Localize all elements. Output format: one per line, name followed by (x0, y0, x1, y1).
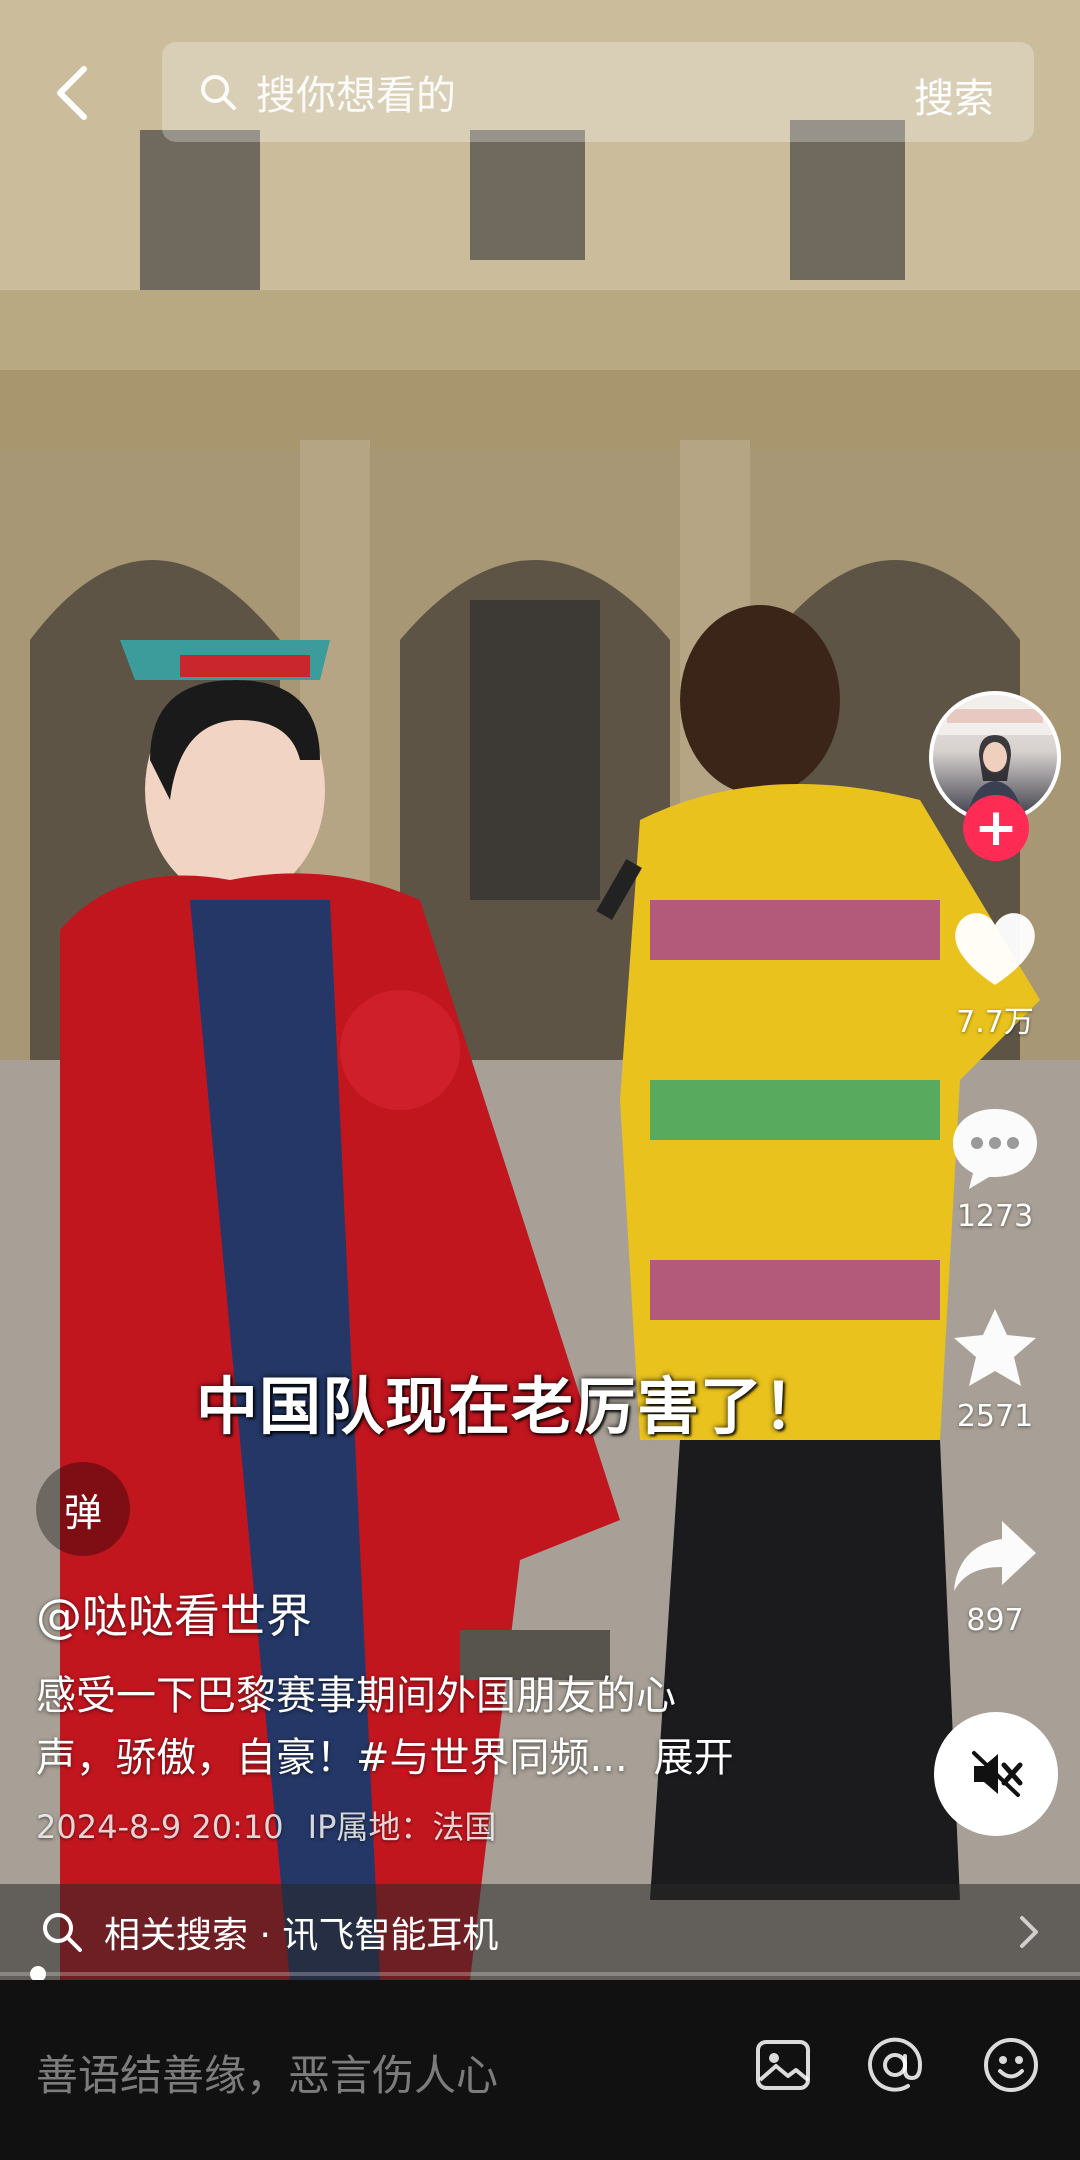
like-button[interactable]: 7.7万 (930, 905, 1060, 1041)
related-search-bar[interactable]: 相关搜索 · 讯飞智能耳机 (0, 1884, 1080, 1980)
share-button[interactable]: 897 (930, 1515, 1060, 1638)
share-arrow-icon (954, 1521, 1036, 1591)
emoji-icon[interactable] (980, 2034, 1042, 2096)
at-icon[interactable] (864, 2034, 926, 2096)
description-line-2: 声，骄傲，自豪！#与世界同频... (36, 1735, 628, 1781)
search-icon (201, 75, 236, 110)
comment-button[interactable]: 1273 (930, 1105, 1060, 1234)
post-meta: 2024-8-9 20:10 IP属地：法国 (36, 1802, 496, 1848)
image-icon[interactable] (752, 2034, 814, 2096)
share-count: 897 (966, 1603, 1024, 1638)
favorite-count: 2571 (956, 1399, 1034, 1434)
heart-icon (955, 913, 1035, 985)
danmu-toggle-button[interactable]: 弹 (36, 1462, 130, 1556)
post-datetime: 2024-8-9 20:10 (36, 1808, 284, 1846)
search-input[interactable]: 搜你想看的 (256, 63, 456, 121)
expand-link[interactable]: 展开 (654, 1735, 734, 1781)
video-description: 感受一下巴黎赛事期间外国朋友的心 声，骄傲，自豪！#与世界同频... 展开 (36, 1665, 796, 1789)
video-progress-bar[interactable] (0, 1972, 1080, 1976)
back-arrow-icon (57, 66, 87, 120)
video-subtitle: 中国队现在老厉害了！ (196, 1370, 827, 1443)
comment-count: 1273 (956, 1199, 1034, 1234)
speaker-muted-icon (972, 1751, 1023, 1797)
comment-bar: 善语结善缘，恶言伤人心 (0, 1980, 1080, 2160)
chevron-right-icon (1020, 1916, 1038, 1948)
ip-location: IP属地：法国 (307, 1808, 497, 1846)
related-search-text: 相关搜索 · 讯飞智能耳机 (104, 1915, 499, 1956)
mute-button[interactable] (934, 1712, 1058, 1836)
search-button[interactable]: 搜索 (914, 66, 994, 124)
like-count: 7.7万 (956, 1005, 1034, 1040)
search-bar[interactable]: 搜你想看的 搜索 (162, 42, 1034, 142)
back-button[interactable] (42, 58, 102, 128)
favorite-button[interactable]: 2571 (930, 1305, 1060, 1434)
search-icon (43, 1913, 82, 1952)
plus-icon: + (974, 798, 1018, 858)
star-icon (954, 1309, 1036, 1386)
danmu-label: 弹 (63, 1490, 102, 1535)
follow-button[interactable]: + (963, 795, 1029, 861)
comment-bubble-icon (953, 1109, 1037, 1189)
author-handle[interactable]: @哒哒看世界 (36, 1580, 312, 1646)
comment-input[interactable]: 善语结善缘，恶言伤人心 (36, 2042, 498, 2103)
description-line-1: 感受一下巴黎赛事期间外国朋友的心 (36, 1673, 676, 1719)
